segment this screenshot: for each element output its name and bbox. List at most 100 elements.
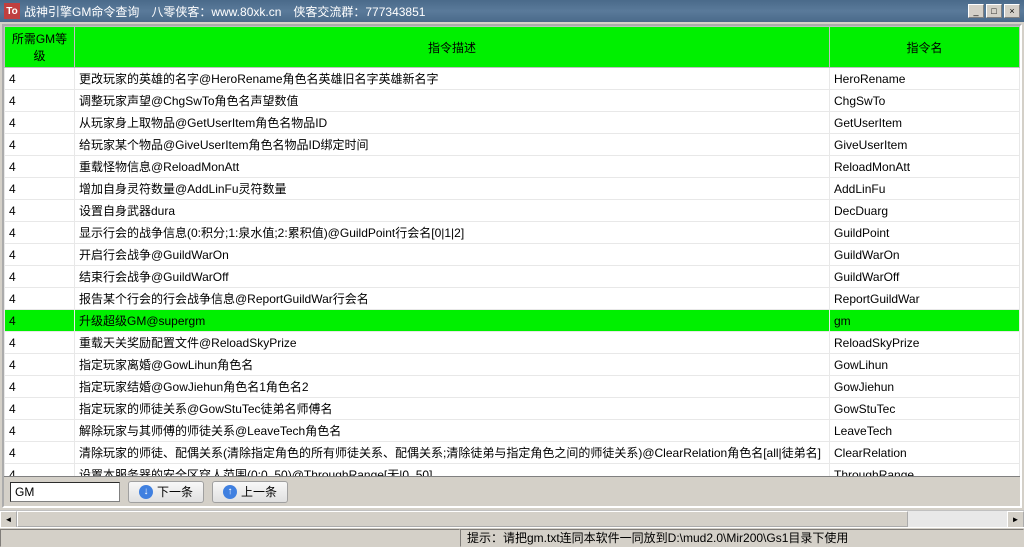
- prev-button[interactable]: ↑ 上一条: [212, 481, 288, 503]
- cell-cmd: LeaveTech: [830, 420, 1020, 442]
- table-row[interactable]: 4升级超级GM@supergmgm: [5, 310, 1020, 332]
- table-row[interactable]: 4给玩家某个物品@GiveUserItem角色名物品ID绑定时间GiveUser…: [5, 134, 1020, 156]
- scroll-track[interactable]: [17, 511, 1007, 527]
- cell-level: 4: [5, 178, 75, 200]
- table-row[interactable]: 4从玩家身上取物品@GetUserItem角色名物品IDGetUserItem: [5, 112, 1020, 134]
- cell-desc: 指定玩家的师徒关系@GowStuTec徒弟名师傅名: [75, 398, 830, 420]
- table-row[interactable]: 4重载天关奖励配置文件@ReloadSkyPrizeReloadSkyPrize: [5, 332, 1020, 354]
- next-button[interactable]: ↓ 下一条: [128, 481, 204, 503]
- cell-level: 4: [5, 354, 75, 376]
- table-row[interactable]: 4重载怪物信息@ReloadMonAttReloadMonAtt: [5, 156, 1020, 178]
- cell-cmd: GuildWarOn: [830, 244, 1020, 266]
- table-row[interactable]: 4调整玩家声望@ChgSwTo角色名声望数值ChgSwTo: [5, 90, 1020, 112]
- table-row[interactable]: 4结束行会战争@GuildWarOffGuildWarOff: [5, 266, 1020, 288]
- cell-cmd: GetUserItem: [830, 112, 1020, 134]
- prev-button-label: 上一条: [241, 483, 277, 500]
- cell-level: 4: [5, 200, 75, 222]
- cell-desc: 开启行会战争@GuildWarOn: [75, 244, 830, 266]
- cell-level: 4: [5, 222, 75, 244]
- cell-cmd: ThroughRange: [830, 464, 1020, 477]
- title-part-2: 八零侠客：www.80xk.cn: [151, 3, 281, 20]
- cell-level: 4: [5, 156, 75, 178]
- table-row[interactable]: 4开启行会战争@GuildWarOnGuildWarOn: [5, 244, 1020, 266]
- cell-desc: 指定玩家离婚@GowLihun角色名: [75, 354, 830, 376]
- cell-desc: 增加自身灵符数量@AddLinFu灵符数量: [75, 178, 830, 200]
- window-controls: _ □ ×: [968, 4, 1020, 18]
- table-body: 4更改玩家的英雄的名字@HeroRename角色名英雄旧名字英雄新名字HeroR…: [5, 68, 1020, 477]
- cell-level: 4: [5, 244, 75, 266]
- cell-desc: 报告某个行会的行会战争信息@ReportGuildWar行会名: [75, 288, 830, 310]
- header-desc[interactable]: 指令描述: [75, 27, 830, 68]
- table-row[interactable]: 4增加自身灵符数量@AddLinFu灵符数量AddLinFu: [5, 178, 1020, 200]
- cell-cmd: ReloadSkyPrize: [830, 332, 1020, 354]
- scroll-right-arrow[interactable]: ►: [1007, 511, 1024, 528]
- cell-cmd: DecDuarg: [830, 200, 1020, 222]
- cell-level: 4: [5, 332, 75, 354]
- header-level[interactable]: 所需GM等级: [5, 27, 75, 68]
- table-row[interactable]: 4更改玩家的英雄的名字@HeroRename角色名英雄旧名字英雄新名字HeroR…: [5, 68, 1020, 90]
- cell-desc: 指定玩家结婚@GowJiehun角色名1角色名2: [75, 376, 830, 398]
- table-row[interactable]: 4设置本服务器的安全区穿人范围(0;0..50)@ThroughRange[无|…: [5, 464, 1020, 477]
- cell-cmd: ReportGuildWar: [830, 288, 1020, 310]
- cell-cmd: GowLihun: [830, 354, 1020, 376]
- minimize-button[interactable]: _: [968, 4, 984, 18]
- cell-desc: 升级超级GM@supergm: [75, 310, 830, 332]
- close-button[interactable]: ×: [1004, 4, 1020, 18]
- bottom-toolbar: ↓ 下一条 ↑ 上一条: [4, 476, 1020, 506]
- table-row[interactable]: 4指定玩家的师徒关系@GowStuTec徒弟名师傅名GowStuTec: [5, 398, 1020, 420]
- table-row[interactable]: 4报告某个行会的行会战争信息@ReportGuildWar行会名ReportGu…: [5, 288, 1020, 310]
- title-part-3: 侠客交流群：777343851: [293, 3, 425, 20]
- cell-desc: 重载天关奖励配置文件@ReloadSkyPrize: [75, 332, 830, 354]
- cell-level: 4: [5, 134, 75, 156]
- cell-cmd: gm: [830, 310, 1020, 332]
- cell-level: 4: [5, 420, 75, 442]
- cell-level: 4: [5, 442, 75, 464]
- table-header-row: 所需GM等级 指令描述 指令名: [5, 27, 1020, 68]
- table-row[interactable]: 4设置自身武器duraDecDuarg: [5, 200, 1020, 222]
- table-row[interactable]: 4指定玩家结婚@GowJiehun角色名1角色名2GowJiehun: [5, 376, 1020, 398]
- table-row[interactable]: 4解除玩家与其师傅的师徒关系@LeaveTech角色名LeaveTech: [5, 420, 1020, 442]
- main-area: 所需GM等级 指令描述 指令名 4更改玩家的英雄的名字@HeroRename角色…: [2, 24, 1022, 508]
- cell-desc: 给玩家某个物品@GiveUserItem角色名物品ID绑定时间: [75, 134, 830, 156]
- next-button-label: 下一条: [157, 483, 193, 500]
- cell-desc: 设置自身武器dura: [75, 200, 830, 222]
- cell-level: 4: [5, 90, 75, 112]
- table-row[interactable]: 4清除玩家的师徒、配偶关系(清除指定角色的所有师徒关系、配偶关系;清除徒弟与指定…: [5, 442, 1020, 464]
- cell-level: 4: [5, 266, 75, 288]
- arrow-up-icon: ↑: [223, 485, 237, 499]
- table-row[interactable]: 4指定玩家离婚@GowLihun角色名GowLihun: [5, 354, 1020, 376]
- cell-desc: 解除玩家与其师傅的师徒关系@LeaveTech角色名: [75, 420, 830, 442]
- cell-cmd: GowStuTec: [830, 398, 1020, 420]
- cell-level: 4: [5, 464, 75, 477]
- cell-desc: 清除玩家的师徒、配偶关系(清除指定角色的所有师徒关系、配偶关系;清除徒弟与指定角…: [75, 442, 830, 464]
- cell-cmd: HeroRename: [830, 68, 1020, 90]
- cell-desc: 调整玩家声望@ChgSwTo角色名声望数值: [75, 90, 830, 112]
- status-bar: 提示：请把gm.txt连同本软件一同放到D:\mud2.0\Mir200\Gs1…: [0, 527, 1024, 547]
- cell-level: 4: [5, 68, 75, 90]
- cell-desc: 显示行会的战争信息(0:积分;1:泉水值;2:累积值)@GuildPoint行会…: [75, 222, 830, 244]
- cell-level: 4: [5, 112, 75, 134]
- scroll-thumb[interactable]: [17, 511, 908, 527]
- horizontal-scrollbar[interactable]: ◄ ►: [0, 510, 1024, 527]
- cell-desc: 重载怪物信息@ReloadMonAtt: [75, 156, 830, 178]
- table-container[interactable]: 所需GM等级 指令描述 指令名 4更改玩家的英雄的名字@HeroRename角色…: [4, 26, 1020, 476]
- cell-desc: 设置本服务器的安全区穿人范围(0;0..50)@ThroughRange[无|0…: [75, 464, 830, 477]
- title-part-1: 战神引擎GM命令查询: [24, 3, 139, 20]
- cell-cmd: AddLinFu: [830, 178, 1020, 200]
- scroll-left-arrow[interactable]: ◄: [0, 511, 17, 528]
- cell-desc: 更改玩家的英雄的名字@HeroRename角色名英雄旧名字英雄新名字: [75, 68, 830, 90]
- search-input[interactable]: [10, 482, 120, 502]
- cell-desc: 从玩家身上取物品@GetUserItem角色名物品ID: [75, 112, 830, 134]
- titlebar: To 战神引擎GM命令查询 八零侠客：www.80xk.cn 侠客交流群：777…: [0, 0, 1024, 22]
- gm-command-table: 所需GM等级 指令描述 指令名 4更改玩家的英雄的名字@HeroRename角色…: [4, 26, 1020, 476]
- table-row[interactable]: 4显示行会的战争信息(0:积分;1:泉水值;2:累积值)@GuildPoint行…: [5, 222, 1020, 244]
- cell-level: 4: [5, 376, 75, 398]
- cell-cmd: GiveUserItem: [830, 134, 1020, 156]
- app-icon: To: [4, 3, 20, 19]
- cell-cmd: GuildPoint: [830, 222, 1020, 244]
- cell-cmd: GuildWarOff: [830, 266, 1020, 288]
- header-cmd[interactable]: 指令名: [830, 27, 1020, 68]
- maximize-button[interactable]: □: [986, 4, 1002, 18]
- cell-cmd: ReloadMonAtt: [830, 156, 1020, 178]
- cell-level: 4: [5, 310, 75, 332]
